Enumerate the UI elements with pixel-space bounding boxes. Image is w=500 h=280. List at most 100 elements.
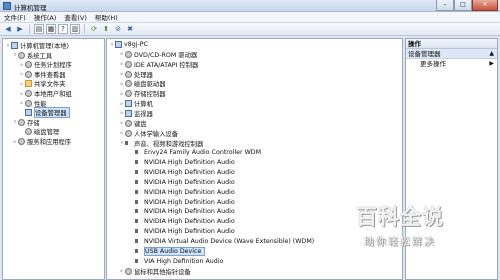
computer-management-icon [3,2,11,10]
tree-item[interactable]: ▹ 任务计划程序 [19,60,72,69]
tree-item[interactable]: NVIDIA High Definition Audio [129,198,235,207]
window-title: 计算机管理 [14,4,47,12]
minimize-button[interactable]: – [436,0,454,11]
tree-item[interactable]: ▹ 磁盘驱动器 [119,79,165,88]
more-actions-label: 更多操作 [420,60,446,68]
tree-item[interactable]: ▹ 处理器 [119,70,153,79]
tree-item-label: NVIDIA High Definition Audio [144,198,235,206]
watermark-title: 百科全说 [356,205,444,229]
menu-help[interactable]: 帮助(H) [95,12,118,22]
tree-item-label: 鼠标和其他指针设备 [134,268,191,276]
gear-icon [125,90,132,98]
tree-item[interactable]: ▹ 监视器 [119,109,153,118]
tree-item-label: NVIDIA High Definition Audio [144,169,235,177]
tree-item-label: 共享文件夹 [34,81,66,89]
tree-item[interactable]: ▹ 鼠标和其他指针设备 [119,267,191,276]
actions-section-device-manager[interactable]: 设备管理器 ▲ [406,49,497,59]
actions-header: 操作 [406,39,497,49]
tree-item[interactable]: ▿ 存储 [12,118,40,127]
more-actions-link[interactable]: 更多操作 ▶ [406,59,497,69]
gear-icon [18,51,25,59]
tree-item[interactable]: ▹ 事件查看器 [19,70,65,79]
tree-item[interactable]: NVIDIA High Definition Audio [129,227,235,236]
tree-item-label: 监视器 [134,110,153,118]
gear-icon [25,61,32,69]
gear-icon [25,90,32,97]
tree-item-label: 键盘 [134,120,147,128]
gear-icon [25,99,32,107]
tree-item-label: 服务和应用程序 [27,139,72,146]
tree-item-label: 本地用户和组 [34,91,72,98]
actions-section-label: 设备管理器 [408,50,441,58]
tree-item[interactable]: USB Audio Device [129,246,206,256]
tree-item[interactable]: ▿ 计算机管理(本地) [5,41,69,50]
gear-icon [125,70,132,78]
tree-item[interactable]: ▹ 服务和应用程序 [12,137,71,146]
pc-icon [125,100,132,108]
tree-item[interactable]: ▹ IDE ATA/ATAPI 控制器 [119,60,198,69]
tree-item[interactable]: ▿ v8gj-PC [109,40,148,49]
help-icon[interactable]: ? [58,24,68,34]
menu-bar: 文件(F) 操作(A) 查看(V) 帮助(H) [0,12,500,23]
tree-item-label: 计算机管理(本地) [20,43,69,50]
forward-arrow-icon[interactable]: ▶ [15,24,25,34]
show-tree-icon[interactable]: ▤ [34,24,44,34]
speaker-icon [135,169,142,176]
tree-item-label: NVIDIA High Definition Audio [144,228,235,236]
menu-action[interactable]: 操作(A) [34,12,57,22]
uninstall-device-icon[interactable]: ✖ [125,24,135,34]
back-arrow-icon[interactable]: ◀ [3,24,13,34]
tree-item[interactable]: NVIDIA High Definition Audio [129,158,235,167]
tree-item[interactable]: 设备管理器 [19,107,71,119]
tree-item[interactable]: ▹ 键盘 [119,119,147,128]
tree-item-label: Envy24 Family Audio Controller WDM [144,149,262,157]
tree-item-label: 存储控制器 [134,91,166,99]
tree-item[interactable]: Envy24 Family Audio Controller WDM [129,148,261,157]
gear-icon [25,128,32,136]
pc-icon [125,109,132,117]
collapse-arrow-icon[interactable]: ▲ [489,49,494,59]
tree-item-label: VIA High Definition Audio [144,257,224,265]
tree-item[interactable]: ▿ 声音、视频和游戏控制器 [119,139,204,148]
properties-icon[interactable]: ▦ [46,24,56,34]
update-driver-icon[interactable]: ⬆ [101,24,111,34]
scan-hardware-icon[interactable]: ⟳ [89,24,99,34]
tree-item[interactable]: ▹ 人体学输入设备 [119,129,178,138]
tree-item[interactable]: NVIDIA High Definition Audio [129,217,235,226]
tree-item-label: 计算机 [134,101,153,109]
speaker-icon [135,248,142,255]
tree-item[interactable]: NVIDIA High Definition Audio [129,178,235,187]
toolbar-separator [84,24,85,34]
menu-file[interactable]: 文件(F) [4,12,26,22]
tree-item[interactable]: ▹ 存储控制器 [119,89,165,98]
pc-icon [115,41,122,48]
toolbar-separator [29,24,30,34]
tree-item-label: DVD/CD-ROM 驱动器 [134,51,198,59]
tree-item-label: NVIDIA Virtual Audio Device (Wave Extens… [144,238,315,245]
tree-item[interactable]: NVIDIA High Definition Audio [129,168,235,177]
tree-item[interactable]: ▹ DVD/CD-ROM 驱动器 [119,50,197,59]
tree-item[interactable]: NVIDIA High Definition Audio [129,188,235,197]
tree-item[interactable]: NVIDIA Virtual Audio Device (Wave Extens… [129,237,314,246]
tree-item[interactable]: ▹ 本地用户和组 [19,89,72,98]
tree-item[interactable]: VIA High Definition Audio [129,257,223,266]
close-button[interactable]: ✕ [472,0,498,11]
gear-icon [125,80,132,88]
disable-device-icon[interactable]: ⊘ [113,24,123,34]
gear-icon [125,267,132,275]
navigation-tree: ▿ 计算机管理(本地) ▿ 系统工具 ▹ 任务计划程序 ▹ 事件查看器 ▹ 共享文件夹 ▹ 本地用户和… [2,38,105,280]
tree-item-label: NVIDIA High Definition Audio [144,218,235,226]
speaker-icon [125,140,132,147]
menu-view[interactable]: 查看(V) [64,12,87,22]
tree-item[interactable]: ▹ 共享文件夹 [19,79,65,88]
submenu-arrow-icon: ▶ [489,60,494,67]
tree-item-label: NVIDIA High Definition Audio [144,178,235,186]
tree-item[interactable]: ▿ 系统工具 [12,51,52,60]
tree-item[interactable]: NVIDIA High Definition Audio [129,207,235,216]
console-icon[interactable]: ▥ [70,24,80,34]
tree-item[interactable]: 磁盘管理 [19,127,59,136]
maximize-button[interactable]: □ [454,0,472,11]
tree-item-label: v8gj-PC [124,41,148,48]
tree-item[interactable]: ▹ 计算机 [119,99,153,108]
folder-icon [25,80,32,88]
